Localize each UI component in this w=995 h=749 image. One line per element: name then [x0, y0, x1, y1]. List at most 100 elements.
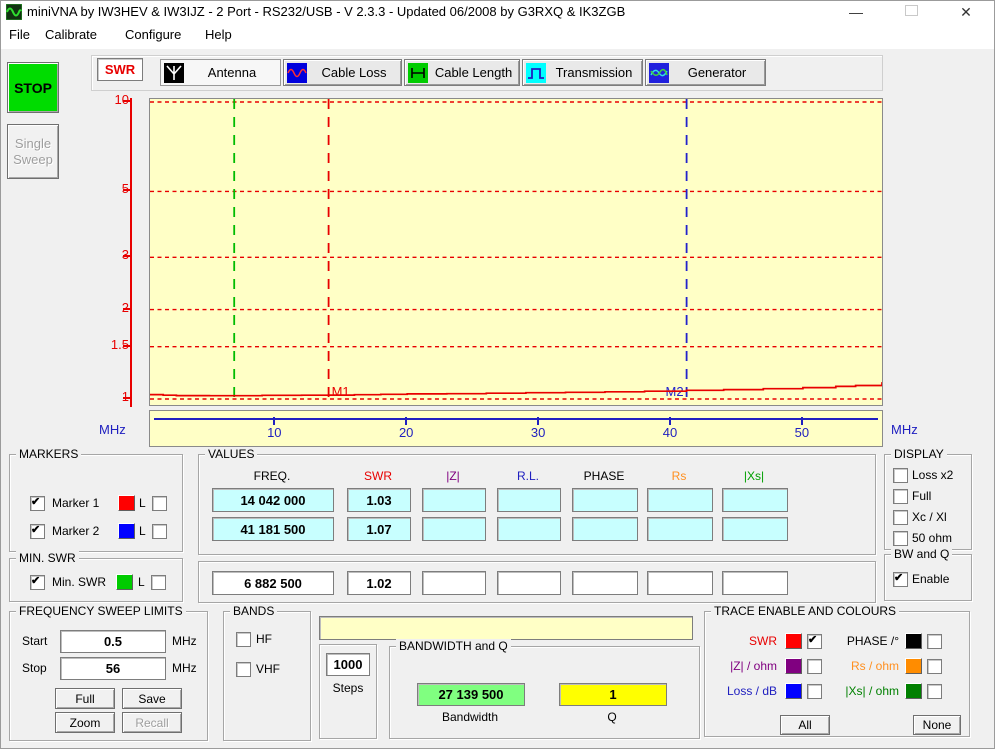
tab-transmission[interactable]: Transmission [522, 59, 643, 86]
trace-rs-swatch[interactable] [905, 658, 922, 674]
menu-calibrate[interactable]: Calibrate [45, 27, 97, 42]
stop-input[interactable]: 56 [60, 657, 166, 680]
minivna-window: miniVNA by IW3HEV & IW3IJZ - 2 Port - RS… [0, 0, 995, 749]
header-swr: SWR [347, 469, 409, 483]
marker1-phase-field [572, 488, 638, 512]
values-group: VALUES FREQ. SWR |Z| R.L. PHASE Rs |Xs| … [198, 454, 876, 555]
tab-generator[interactable]: Generator [645, 59, 766, 86]
sweep-limits-title: FREQUENCY SWEEP LIMITS [16, 604, 186, 618]
start-label: Start [22, 634, 47, 648]
bandwidth-q-title: BANDWIDTH and Q [396, 639, 511, 653]
tab-cable-length[interactable]: Cable Length [404, 59, 520, 86]
min-swr-phase-field [572, 571, 638, 595]
marker1-freq-field: 14 042 000 [212, 488, 334, 512]
marker2-l-checkbox[interactable] [152, 524, 167, 539]
trace-xs-checkbox[interactable] [927, 684, 942, 699]
vhf-checkbox[interactable] [236, 662, 251, 677]
marker1-checkbox[interactable] [30, 496, 45, 511]
min-swr-values-panel: 6 882 500 1.02 [198, 561, 876, 603]
trace-loss-swatch[interactable] [785, 683, 802, 699]
trace-xs-label: |Xs| / ohm [829, 684, 899, 698]
marker2-phase-field [572, 517, 638, 541]
marker2-z-field [422, 517, 486, 541]
recall-button[interactable]: Recall [122, 712, 182, 733]
app-icon [6, 4, 22, 20]
loss-x2-checkbox[interactable] [893, 468, 908, 483]
bandwidth-q-group: BANDWIDTH and Q 27 139 500 Bandwidth 1 Q [389, 646, 700, 739]
menu-help[interactable]: Help [205, 27, 232, 42]
trace-z-swatch[interactable] [785, 658, 802, 674]
marker1-color-swatch[interactable] [118, 495, 135, 511]
x-tick-label: 50 [795, 425, 809, 440]
full-sweep-button[interactable]: Full [55, 688, 115, 709]
trace-loss-checkbox[interactable] [807, 684, 822, 699]
stop-button[interactable]: STOP [7, 62, 59, 113]
minimize-button[interactable]: — [840, 1, 872, 23]
tab-cable-loss[interactable]: Cable Loss [283, 59, 402, 86]
min-swr-l-checkbox[interactable] [151, 575, 166, 590]
marker2-label: Marker 2 [52, 524, 99, 538]
marker2-rs-field [647, 517, 713, 541]
tab-cable-length-label: Cable Length [428, 65, 519, 80]
start-input[interactable]: 0.5 [60, 630, 166, 653]
bw-q-enable-checkbox[interactable] [893, 572, 908, 587]
menu-file[interactable]: File [9, 27, 30, 42]
trace-none-button[interactable]: None [913, 715, 961, 735]
min-swr-freq-field: 6 882 500 [212, 571, 334, 595]
marker2-color-swatch[interactable] [118, 523, 135, 539]
marker2-l-label: L [139, 524, 146, 538]
marker1-l-checkbox[interactable] [152, 496, 167, 511]
maximize-button[interactable] [895, 1, 927, 23]
header-rl: R.L. [497, 469, 559, 483]
tab-antenna-label: Antenna [184, 65, 280, 80]
y-tick [123, 345, 131, 347]
trace-rs-label: Rs / ohm [829, 659, 899, 673]
full-checkbox[interactable] [893, 489, 908, 504]
close-button[interactable]: ✕ [950, 1, 982, 23]
trace-xs-swatch[interactable] [905, 683, 922, 699]
mhz-label-left: MHz [99, 422, 126, 437]
y-tick [123, 255, 131, 257]
marker2-checkbox[interactable] [30, 524, 45, 539]
fifty-ohm-label: 50 ohm [912, 531, 952, 545]
marker1-label: Marker 1 [52, 496, 99, 510]
menu-configure[interactable]: Configure [125, 27, 181, 42]
trace-rs-checkbox[interactable] [927, 659, 942, 674]
trace-all-button[interactable]: All [780, 715, 830, 735]
hf-checkbox[interactable] [236, 632, 251, 647]
marker1-rs-field [647, 488, 713, 512]
min-swr-color-swatch[interactable] [116, 574, 133, 590]
y-tick [123, 308, 131, 310]
x-tick-label: 10 [267, 425, 281, 440]
svg-text:M1: M1 [332, 384, 350, 399]
fifty-ohm-checkbox[interactable] [893, 531, 908, 546]
x-tick-label: 20 [399, 425, 413, 440]
marker1-xs-field [722, 488, 788, 512]
marker1-swr-field: 1.03 [347, 488, 411, 512]
message-field [319, 616, 693, 640]
x-tick-label: 30 [531, 425, 545, 440]
trace-phase-checkbox[interactable] [927, 634, 942, 649]
save-button[interactable]: Save [122, 688, 182, 709]
trace-z-checkbox[interactable] [807, 659, 822, 674]
trace-swr-swatch[interactable] [785, 633, 802, 649]
marker2-rl-field [497, 517, 561, 541]
min-swr-xs-field [722, 571, 788, 595]
marker1-rl-field [497, 488, 561, 512]
min-swr-l-label: L [138, 575, 145, 589]
tab-antenna[interactable]: Antenna [160, 59, 281, 86]
x-tick-label: 40 [663, 425, 677, 440]
steps-panel: 1000 Steps [319, 644, 377, 739]
antenna-icon [164, 63, 184, 83]
trace-swr-checkbox[interactable] [807, 634, 822, 649]
trace-phase-swatch[interactable] [905, 633, 922, 649]
mode-label: SWR [97, 58, 143, 81]
zoom-button[interactable]: Zoom [55, 712, 115, 733]
xc-xl-checkbox[interactable] [893, 510, 908, 525]
steps-input[interactable]: 1000 [326, 653, 370, 676]
single-sweep-button[interactable]: Single Sweep [7, 124, 59, 179]
min-swr-group: MIN. SWR Min. SWR L [9, 558, 183, 602]
min-swr-label: Min. SWR [52, 575, 106, 589]
marker1-l-label: L [139, 496, 146, 510]
min-swr-checkbox[interactable] [30, 575, 45, 590]
